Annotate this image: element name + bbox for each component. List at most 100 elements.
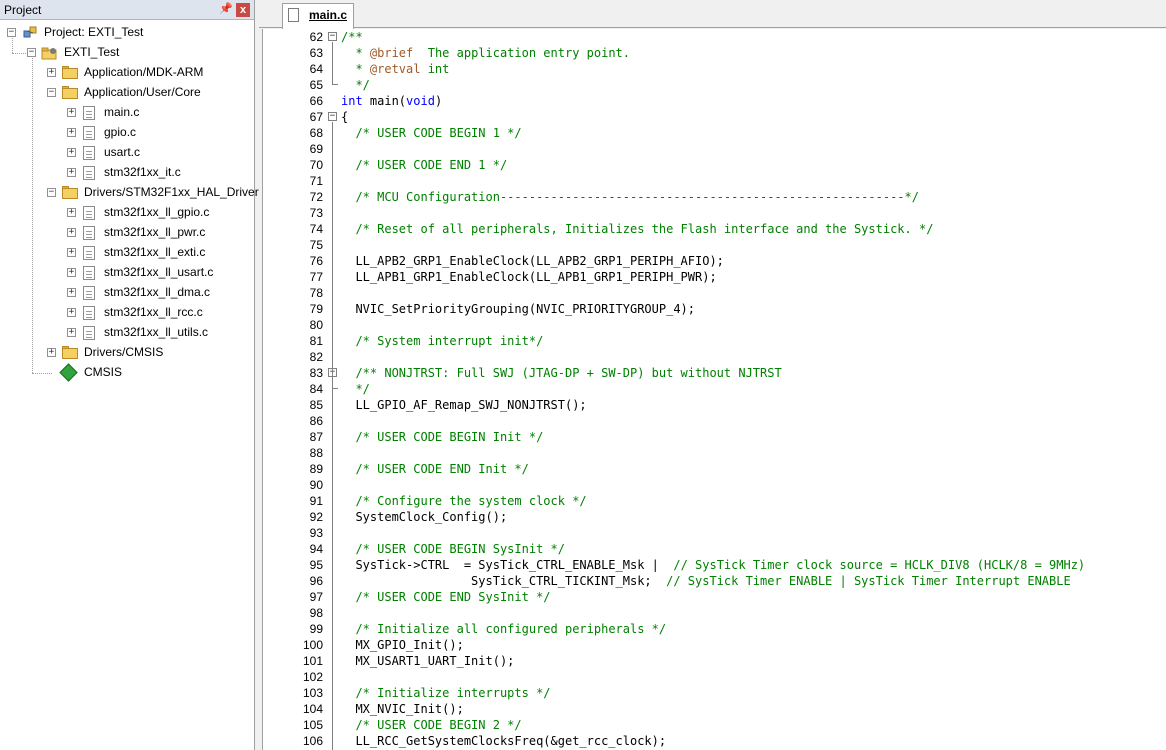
code-line[interactable]: 66 int main(void) — [263, 93, 1166, 109]
code-line[interactable]: 89 /* USER CODE END Init */ — [263, 461, 1166, 477]
tree-file-stm32f1xx_ll_gpio-c[interactable]: + stm32f1xx_ll_gpio.c — [0, 203, 255, 223]
code-line[interactable]: 100 MX_GPIO_Init(); — [263, 637, 1166, 653]
tree-file-stm32f1xx_ll_usart-c[interactable]: + stm32f1xx_ll_usart.c — [0, 263, 255, 283]
collapse-icon[interactable]: − — [47, 188, 56, 197]
code-line[interactable]: 90 — [263, 477, 1166, 493]
code-line[interactable]: 64 * @retval int — [263, 61, 1166, 77]
code-line[interactable]: 69 — [263, 141, 1166, 157]
expand-icon[interactable]: + — [67, 168, 76, 177]
line-number: 70 — [309, 158, 323, 172]
tree-file-stm32f1xx_ll_rcc-c[interactable]: + stm32f1xx_ll_rcc.c — [0, 303, 255, 323]
code-text: MX_USART1_UART_Init(); — [341, 654, 515, 668]
code-line[interactable]: 74 /* Reset of all peripherals, Initiali… — [263, 221, 1166, 237]
code-line[interactable]: 91 /* Configure the system clock */ — [263, 493, 1166, 509]
code-line[interactable]: 79 NVIC_SetPriorityGrouping(NVIC_PRIORIT… — [263, 301, 1166, 317]
code-line[interactable]: 87 /* USER CODE BEGIN Init */ — [263, 429, 1166, 445]
line-number: 88 — [309, 446, 323, 460]
expand-icon[interactable]: + — [67, 268, 76, 277]
line-number: 91 — [309, 494, 323, 508]
code-line[interactable]: 88 — [263, 445, 1166, 461]
line-number: 97 — [309, 590, 323, 604]
code-line[interactable]: 67−{ — [263, 109, 1166, 125]
code-line[interactable]: 95 SysTick->CTRL = SysTick_CTRL_ENABLE_M… — [263, 557, 1166, 573]
code-text: /* USER CODE END SysInit */ — [355, 590, 551, 604]
tree-file-stm32f1xx_ll_exti-c[interactable]: + stm32f1xx_ll_exti.c — [0, 243, 255, 263]
tab-main-c[interactable]: main.c — [282, 3, 354, 29]
code-line[interactable]: 105 /* USER CODE BEGIN 2 */ — [263, 717, 1166, 733]
code-line[interactable]: 68 /* USER CODE BEGIN 1 */ — [263, 125, 1166, 141]
code-line[interactable]: 80 — [263, 317, 1166, 333]
code-line[interactable]: 65 */ — [263, 77, 1166, 93]
tree-file-usart-c[interactable]: + usart.c — [0, 143, 255, 163]
expand-icon[interactable]: + — [67, 148, 76, 157]
fold-collapse-icon[interactable]: − — [328, 112, 337, 121]
code-line[interactable]: 72 /* MCU Configuration-----------------… — [263, 189, 1166, 205]
code-line[interactable]: 86 — [263, 413, 1166, 429]
code-line[interactable]: 77 LL_APB1_GRP1_EnableClock(LL_APB1_GRP1… — [263, 269, 1166, 285]
expand-icon[interactable]: + — [67, 248, 76, 257]
pin-icon[interactable]: 📌 — [219, 2, 233, 17]
code-line[interactable]: 104 MX_NVIC_Init(); — [263, 701, 1166, 717]
tree-file-stm32f1xx_ll_utils-c[interactable]: + stm32f1xx_ll_utils.c — [0, 323, 255, 343]
collapse-icon[interactable]: − — [27, 48, 36, 57]
expand-icon[interactable]: + — [67, 228, 76, 237]
tree-group-2[interactable]: − Drivers/STM32F1xx_HAL_Driver — [0, 183, 259, 203]
code-line[interactable]: 78 — [263, 285, 1166, 301]
code-line[interactable]: 82 — [263, 349, 1166, 365]
collapse-icon[interactable]: − — [47, 88, 56, 97]
c-file-icon — [83, 266, 95, 280]
collapse-icon[interactable]: − — [7, 28, 16, 37]
code-line[interactable]: 106 LL_RCC_GetSystemClocksFreq(&get_rcc_… — [263, 733, 1166, 749]
fold-collapse-icon[interactable]: − — [328, 32, 337, 41]
code-line[interactable]: 63 * @brief The application entry point. — [263, 45, 1166, 61]
code-line[interactable]: 76 LL_APB2_GRP1_EnableClock(LL_APB2_GRP1… — [263, 253, 1166, 269]
code-line[interactable]: 102 — [263, 669, 1166, 685]
expand-icon[interactable]: + — [47, 348, 56, 357]
code-line[interactable]: 83− /** NONJTRST: Full SWJ (JTAG-DP + SW… — [263, 365, 1166, 381]
tree-group-0[interactable]: + Application/MDK-ARM — [0, 63, 255, 83]
expand-icon[interactable]: + — [67, 328, 76, 337]
code-line[interactable]: 71 — [263, 173, 1166, 189]
expand-icon[interactable]: + — [67, 108, 76, 117]
tree-node-label: Drivers/STM32F1xx_HAL_Driver — [84, 185, 259, 199]
tree-project-root[interactable]: − Project: EXTI_Test — [0, 23, 255, 43]
expand-icon[interactable]: + — [47, 68, 56, 77]
tree-group-1[interactable]: − Application/User/Core — [0, 83, 255, 103]
tree-node-label: stm32f1xx_ll_rcc.c — [104, 305, 203, 319]
code-line[interactable]: 62−/** — [263, 29, 1166, 45]
folder-icon — [62, 66, 78, 79]
line-number: 83 — [309, 366, 323, 380]
code-line[interactable]: 84 */ — [263, 381, 1166, 397]
code-line[interactable]: 73 — [263, 205, 1166, 221]
expand-icon[interactable]: + — [67, 128, 76, 137]
code-line[interactable]: 97 /* USER CODE END SysInit */ — [263, 589, 1166, 605]
code-line[interactable]: 98 — [263, 605, 1166, 621]
tree-file-stm32f1xx_it-c[interactable]: + stm32f1xx_it.c — [0, 163, 255, 183]
tree-file-gpio-c[interactable]: + gpio.c — [0, 123, 255, 143]
code-line[interactable]: 85 LL_GPIO_AF_Remap_SWJ_NONJTRST(); — [263, 397, 1166, 413]
tree-target[interactable]: − EXTI_Test — [0, 43, 255, 63]
code-editor[interactable]: 62−/** 63 * @brief The application entry … — [262, 29, 1166, 750]
code-line[interactable]: 94 /* USER CODE BEGIN SysInit */ — [263, 541, 1166, 557]
tree-node-label: stm32f1xx_it.c — [104, 165, 181, 179]
expand-icon[interactable]: + — [67, 288, 76, 297]
expand-icon[interactable]: + — [67, 208, 76, 217]
code-line[interactable]: 103 /* Initialize interrupts */ — [263, 685, 1166, 701]
code-text: * @brief The application entry point. — [341, 46, 631, 60]
tree-group-3[interactable]: + Drivers/CMSIS — [0, 343, 255, 363]
close-icon[interactable]: x — [236, 3, 250, 17]
expand-icon[interactable]: + — [67, 308, 76, 317]
code-line[interactable]: 93 — [263, 525, 1166, 541]
tree-file-stm32f1xx_ll_pwr-c[interactable]: + stm32f1xx_ll_pwr.c — [0, 223, 255, 243]
code-line[interactable]: 99 /* Initialize all configured peripher… — [263, 621, 1166, 637]
tree-file-main-c[interactable]: + main.c — [0, 103, 255, 123]
line-number: 62 — [309, 30, 323, 44]
code-line[interactable]: 92 SystemClock_Config(); — [263, 509, 1166, 525]
code-line[interactable]: 96 SysTick_CTRL_TICKINT_Msk; // SysTick … — [263, 573, 1166, 589]
code-line[interactable]: 101 MX_USART1_UART_Init(); — [263, 653, 1166, 669]
code-line[interactable]: 81 /* System interrupt init*/ — [263, 333, 1166, 349]
code-line[interactable]: 70 /* USER CODE END 1 */ — [263, 157, 1166, 173]
code-line[interactable]: 75 — [263, 237, 1166, 253]
line-number: 87 — [309, 430, 323, 444]
tree-file-stm32f1xx_ll_dma-c[interactable]: + stm32f1xx_ll_dma.c — [0, 283, 255, 303]
